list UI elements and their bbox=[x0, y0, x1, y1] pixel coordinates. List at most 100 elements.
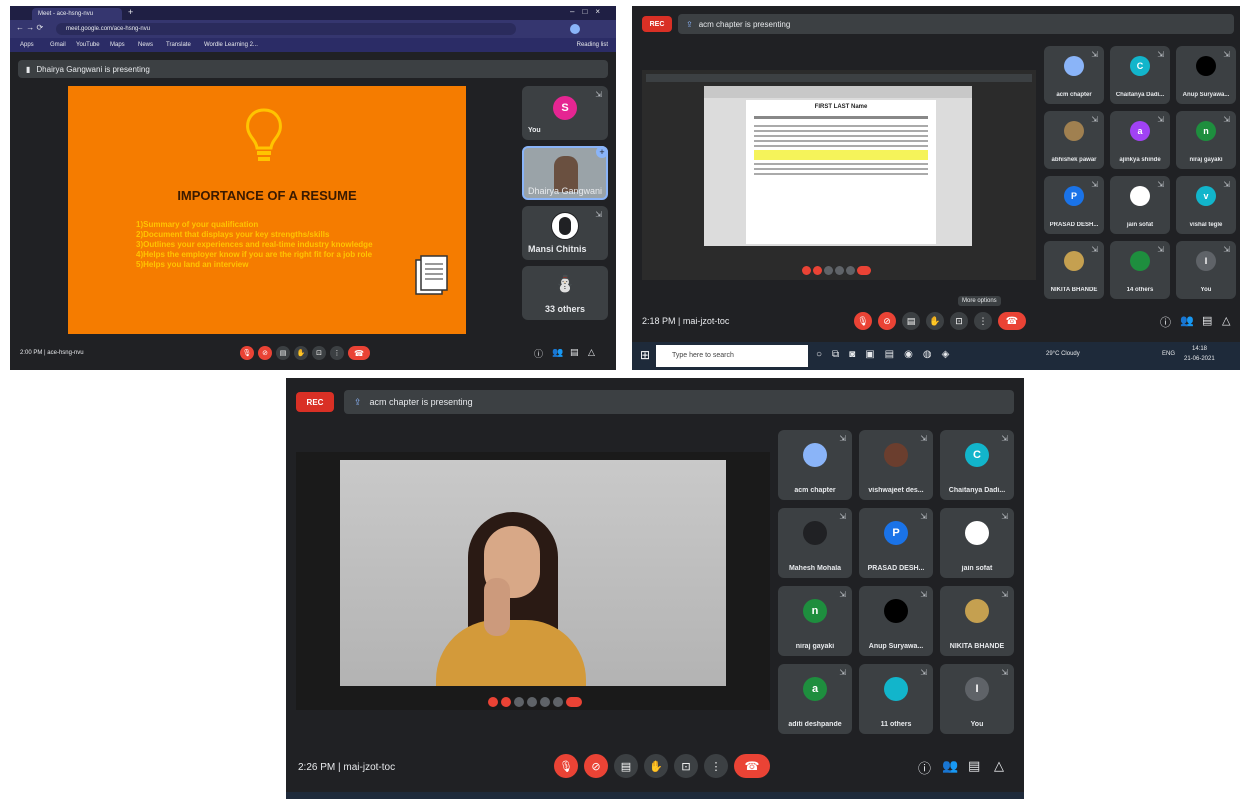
participant-tile[interactable]: ⇲ acm chapter bbox=[778, 430, 852, 500]
bookmark-item[interactable]: Wordle Learning 2... bbox=[204, 38, 258, 52]
participant-tile[interactable]: ⇲ a aditi deshpande bbox=[778, 664, 852, 734]
windows-start-icon[interactable]: ⊞ bbox=[640, 348, 650, 362]
participant-tile[interactable]: ⇲ n niraj gayaki bbox=[1176, 111, 1236, 169]
chat-icon[interactable]: ▤ bbox=[968, 758, 980, 774]
pin-icon[interactable]: ⇲ bbox=[1223, 245, 1230, 254]
pin-icon[interactable]: ⇲ bbox=[839, 434, 846, 443]
captions-button[interactable]: ▤ bbox=[614, 754, 638, 778]
pin-icon[interactable]: ⇲ bbox=[1001, 668, 1008, 677]
present-button[interactable]: ⊡ bbox=[312, 346, 326, 360]
participant-tile[interactable]: ⇲ Anup Suryawa... bbox=[1176, 46, 1236, 104]
browser-tab[interactable]: Meet - ace-hsng-nvu bbox=[32, 8, 122, 20]
participant-tile[interactable]: ⇲ NIKITA BHANDE bbox=[940, 586, 1014, 656]
new-tab-icon[interactable]: + bbox=[128, 7, 133, 17]
pin-icon[interactable]: ⇲ bbox=[1091, 180, 1098, 189]
chat-icon[interactable]: ▤ bbox=[1202, 314, 1212, 327]
pin-icon[interactable]: ⇲ bbox=[1091, 50, 1098, 59]
info-icon[interactable]: ⓘ bbox=[534, 347, 543, 360]
more-options-button[interactable]: ⋮ bbox=[330, 346, 344, 360]
taskbar-apps[interactable]: ○⧉◙▣▤◉◍◈ bbox=[816, 349, 959, 360]
pin-icon[interactable]: ⇲ bbox=[595, 210, 602, 219]
present-button[interactable]: ⊡ bbox=[950, 312, 968, 330]
info-icon[interactable]: ⓘ bbox=[918, 758, 931, 777]
participant-tile[interactable]: ⇲ I You bbox=[940, 664, 1014, 734]
people-icon[interactable]: 👥 bbox=[552, 347, 563, 358]
pin-icon[interactable]: ⇲ bbox=[595, 90, 602, 99]
profile-avatar[interactable] bbox=[570, 24, 580, 34]
pin-icon[interactable]: ⇲ bbox=[1223, 180, 1230, 189]
participant-tile[interactable]: ⇲ Anup Suryawa... bbox=[859, 586, 933, 656]
participant-tile[interactable]: ⇲ 14 others bbox=[1110, 241, 1170, 299]
pin-icon[interactable]: ⇲ bbox=[1157, 245, 1164, 254]
participant-tile[interactable]: ⇲ jain sofat bbox=[1110, 176, 1170, 234]
bookmark-item[interactable]: YouTube bbox=[76, 38, 100, 52]
participant-tile[interactable]: ⇲ Mahesh Mohala bbox=[778, 508, 852, 578]
pin-icon[interactable]: ⇲ bbox=[839, 590, 846, 599]
mic-off-button[interactable]: 🎙 bbox=[554, 754, 578, 778]
participant-tile-video[interactable]: + Dhairya Gangwani bbox=[522, 146, 608, 200]
pin-icon[interactable]: ⇲ bbox=[920, 512, 927, 521]
participant-tile[interactable]: ⇲ NIKITA BHANDE bbox=[1044, 241, 1104, 299]
bookmark-item[interactable]: News bbox=[138, 38, 153, 52]
end-call-button[interactable]: ☎ bbox=[734, 754, 770, 778]
participant-tile[interactable]: ⇲ C Chaitanya Dadi... bbox=[1110, 46, 1170, 104]
window-controls[interactable]: –□× bbox=[570, 7, 608, 16]
raise-hand-button[interactable]: ✋ bbox=[926, 312, 944, 330]
more-options-button[interactable]: ⋮ bbox=[704, 754, 728, 778]
bookmark-item[interactable]: Apps bbox=[20, 38, 34, 52]
bookmark-item[interactable]: Gmail bbox=[50, 38, 66, 52]
participant-tile[interactable]: ⇲ a ajinkya shinde bbox=[1110, 111, 1170, 169]
pin-icon[interactable]: ⇲ bbox=[920, 590, 927, 599]
participant-tile[interactable]: ⇲ v vishal tegle bbox=[1176, 176, 1236, 234]
captions-button[interactable]: ▤ bbox=[902, 312, 920, 330]
bookmark-item[interactable]: Translate bbox=[166, 38, 191, 52]
participant-tile[interactable]: ⇲ n niraj gayaki bbox=[778, 586, 852, 656]
participant-tile[interactable]: ⇲ P PRASAD DESH... bbox=[1044, 176, 1104, 234]
present-button[interactable]: ⊡ bbox=[674, 754, 698, 778]
camera-off-button[interactable]: ⊘ bbox=[878, 312, 896, 330]
more-options-button[interactable]: ⋮ bbox=[974, 312, 992, 330]
pin-icon[interactable]: ⇲ bbox=[1091, 115, 1098, 124]
chat-icon[interactable]: ▤ bbox=[570, 347, 579, 358]
pin-icon[interactable]: ⇲ bbox=[1157, 50, 1164, 59]
info-icon[interactable]: ⓘ bbox=[1160, 314, 1171, 330]
pin-icon[interactable]: ⇲ bbox=[1223, 50, 1230, 59]
participant-tile[interactable]: ⇲ C Chaitanya Dadi... bbox=[940, 430, 1014, 500]
pin-icon[interactable]: ⇲ bbox=[1223, 115, 1230, 124]
camera-off-button[interactable]: ⊘ bbox=[258, 346, 272, 360]
people-icon[interactable]: 👥 bbox=[1180, 314, 1194, 327]
participant-tile[interactable]: ⇲ I You bbox=[1176, 241, 1236, 299]
pin-icon[interactable]: ⇲ bbox=[839, 668, 846, 677]
pin-icon[interactable]: ⇲ bbox=[1001, 512, 1008, 521]
participant-tile[interactable]: ⇲ jain sofat bbox=[940, 508, 1014, 578]
people-icon[interactable]: 👥 bbox=[942, 758, 958, 774]
raise-hand-button[interactable]: ✋ bbox=[294, 346, 308, 360]
pin-icon[interactable]: ⇲ bbox=[839, 512, 846, 521]
participant-tile[interactable]: ⇲ S You bbox=[522, 86, 608, 140]
activities-icon[interactable]: △ bbox=[588, 347, 595, 358]
participant-tile[interactable]: ⛄ 33 others bbox=[522, 266, 608, 320]
participant-tile[interactable]: ⇲ acm chapter bbox=[1044, 46, 1104, 104]
participant-tile[interactable]: ⇲ abhishek pawar bbox=[1044, 111, 1104, 169]
end-call-button[interactable]: ☎ bbox=[348, 346, 370, 360]
address-bar[interactable]: meet.google.com/ace-hsng-nvu bbox=[56, 23, 516, 35]
mic-off-button[interactable]: 🎙 bbox=[240, 346, 254, 360]
pin-icon[interactable]: ⇲ bbox=[920, 668, 927, 677]
bookmark-item[interactable]: Maps bbox=[110, 38, 125, 52]
pin-icon[interactable]: ⇲ bbox=[1001, 434, 1008, 443]
participant-tile[interactable]: ⇲ 11 others bbox=[859, 664, 933, 734]
camera-off-button[interactable]: ⊘ bbox=[584, 754, 608, 778]
activities-icon[interactable]: △ bbox=[994, 758, 1004, 774]
pin-icon[interactable]: ⇲ bbox=[1157, 180, 1164, 189]
pin-icon[interactable]: ⇲ bbox=[920, 434, 927, 443]
raise-hand-button[interactable]: ✋ bbox=[644, 754, 668, 778]
participant-tile[interactable]: ⇲ vishwajeet des... bbox=[859, 430, 933, 500]
activities-icon[interactable]: △ bbox=[1222, 314, 1230, 327]
reading-list[interactable]: Reading list bbox=[577, 38, 608, 52]
participant-tile[interactable]: ⇲ Mansi Chitnis bbox=[522, 206, 608, 260]
captions-button[interactable]: ▤ bbox=[276, 346, 290, 360]
pin-icon[interactable]: ⇲ bbox=[1157, 115, 1164, 124]
participant-tile[interactable]: ⇲ P PRASAD DESH... bbox=[859, 508, 933, 578]
pin-icon[interactable]: ⇲ bbox=[1091, 245, 1098, 254]
add-icon[interactable]: + bbox=[596, 146, 608, 158]
